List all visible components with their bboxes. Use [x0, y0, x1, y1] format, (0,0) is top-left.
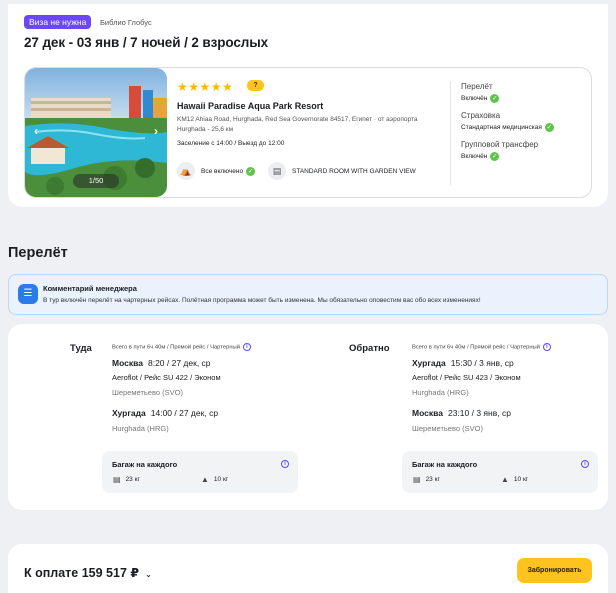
- flight-service-value: Включён ✓: [461, 94, 500, 103]
- return-departure-airport: Hurghada (HRG): [412, 388, 469, 397]
- outbound-baggage: Багаж на каждого i ▤ 23 кг ▲ 10 кг: [102, 451, 298, 493]
- checkin-times: Заселение с 14:00 / Выезд до 12:00: [177, 140, 285, 147]
- chevron-down-icon[interactable]: ⌄: [145, 570, 152, 579]
- meal-icon: ⛺: [177, 162, 195, 180]
- bag-icon: ▲: [501, 475, 509, 484]
- divider: [450, 81, 451, 185]
- photo-counter: 1/50: [73, 174, 119, 188]
- info-icon[interactable]: i: [242, 343, 251, 351]
- visa-badge: Виза не нужна: [24, 15, 92, 29]
- transfer-label: Групповой трансфер: [461, 140, 539, 149]
- meal-plan-label: Все включено: [201, 167, 244, 175]
- hotel-photo[interactable]: ‹ › 1/50: [25, 68, 167, 197]
- outbound-label: Туда: [70, 343, 92, 354]
- flight-section-title: Перелёт: [8, 245, 68, 261]
- checkout-bar: К оплате 159 517 ₽ ⌄ Забронировать: [8, 544, 608, 593]
- included-services: Перелёт Включён ✓ Страховка Стандартная м…: [461, 82, 589, 169]
- hotel-rating-badge[interactable]: ?: [247, 80, 264, 91]
- insurance-label: Страховка: [461, 111, 501, 120]
- flights-card: Туда Всего в пути 6ч 40м / Прямой рейс /…: [8, 324, 608, 510]
- hotel-stars: ★★★★★: [177, 80, 234, 94]
- manager-comment-text: В тур включён перелёт на чартерных рейса…: [43, 297, 481, 304]
- return-arrival-airport: Шереметьево (SVO): [412, 424, 483, 433]
- outbound-arrival: Хургада 14:00 / 27 дек, ср: [112, 408, 219, 418]
- checked-baggage: ▤ 23 кг: [413, 475, 440, 484]
- manager-comment-title: Комментарий менеджера: [43, 284, 137, 293]
- check-icon: ✓: [246, 166, 256, 176]
- outbound-flight-number: Aeroflot / Рейс SU 422 / Эконом: [112, 373, 221, 382]
- cabin-baggage: ▲ 10 кг: [501, 475, 529, 484]
- flight-service-label: Перелёт: [461, 82, 493, 91]
- return-route: Хургада 15:30 / 3 янв, ср Aeroflot / Рейс…: [412, 358, 608, 433]
- meal-plan: ⛺ Все включено ✓: [177, 160, 256, 182]
- return-baggage: Багаж на каждого i ▤ 23 кг ▲ 10 кг: [402, 451, 598, 493]
- info-icon[interactable]: i: [281, 460, 289, 468]
- return-flight: Всего в пути 6ч 40м / Прямой рейс / Чарт…: [412, 343, 608, 433]
- chat-icon: ☰: [18, 284, 38, 304]
- bed-icon: ▤: [268, 162, 286, 180]
- outbound-flight: Всего в пути 6ч 40м / Прямой рейс / Чарт…: [112, 343, 308, 433]
- outbound-departure: Москва 8:20 / 27 дек, ср: [112, 358, 211, 368]
- manager-comment: ☰ Комментарий менеджера В тур включён пе…: [8, 274, 608, 315]
- outbound-route: Москва 8:20 / 27 дек, ср Aeroflot / Рейс …: [112, 358, 308, 433]
- suitcase-icon: ▤: [113, 475, 121, 484]
- suitcase-icon: ▤: [413, 475, 421, 484]
- outbound-meta: Всего в пути 6ч 40м / Прямой рейс / Чарт…: [112, 343, 308, 351]
- return-label: Обратно: [349, 343, 390, 354]
- info-icon[interactable]: i: [542, 343, 551, 351]
- tour-operator: Библио Глобус: [100, 18, 152, 27]
- check-icon: ✓: [490, 152, 500, 161]
- offer-card: Виза не нужна Библио Глобус 27 дек - 03 …: [8, 4, 608, 207]
- room-type: ▤ STANDARD ROOM WITH GARDEN VIEW: [268, 160, 416, 182]
- cabin-baggage: ▲ 10 кг: [201, 475, 229, 484]
- photo-prev-button[interactable]: ‹: [34, 124, 38, 138]
- baggage-title: Багаж на каждого: [112, 460, 178, 469]
- transfer-value: Включён ✓: [461, 152, 500, 161]
- room-type-label: STANDARD ROOM WITH GARDEN VIEW: [292, 167, 416, 175]
- bag-icon: ▲: [201, 475, 209, 484]
- book-button[interactable]: Забронировать: [517, 558, 592, 583]
- outbound-arrival-airport: Hurghada (HRG): [112, 424, 169, 433]
- return-departure: Хургада 15:30 / 3 янв, ср: [412, 358, 514, 368]
- check-icon: ✓: [490, 94, 500, 103]
- baggage-title: Багаж на каждого: [412, 460, 478, 469]
- return-flight-number: Aeroflot / Рейс SU 423 / Эконом: [412, 373, 521, 382]
- insurance-value: Стандартная медицинская ✓: [461, 123, 554, 132]
- checked-baggage: ▤ 23 кг: [113, 475, 140, 484]
- info-icon[interactable]: i: [581, 460, 589, 468]
- hotel-box: ‹ › 1/50 ★★★★★ ? Hawaii Paradise Aqua Pa…: [24, 67, 592, 198]
- return-meta: Всего в пути 6ч 40м / Прямой рейс / Чарт…: [412, 343, 608, 351]
- check-icon: ✓: [544, 123, 554, 132]
- hotel-address: KM12 Ahiaa Road, Hurghada, Red Sea Gover…: [177, 116, 418, 133]
- photo-next-button[interactable]: ›: [154, 124, 158, 138]
- outbound-departure-airport: Шереметьево (SVO): [112, 388, 183, 397]
- total-price[interactable]: К оплате 159 517 ₽ ⌄: [24, 565, 152, 580]
- return-arrival: Москва 23:10 / 3 янв, ср: [412, 408, 511, 418]
- trip-title: 27 дек - 03 янв / 7 ночей / 2 взрослых: [24, 35, 269, 50]
- hotel-name[interactable]: Hawaii Paradise Aqua Park Resort: [177, 101, 323, 111]
